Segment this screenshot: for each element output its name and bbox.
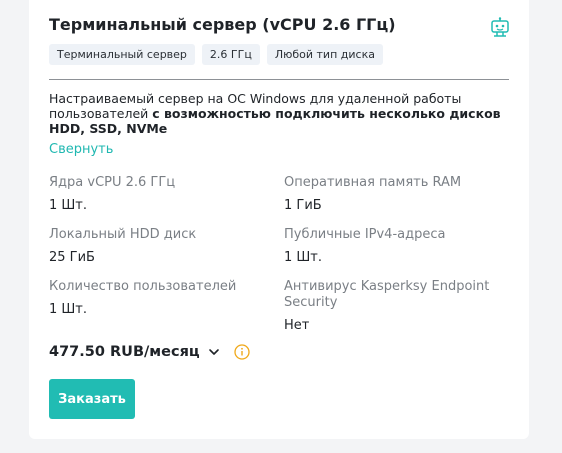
card-title: Терминальный сервер (vCPU 2.6 ГГц): [49, 15, 396, 34]
spec-value: 1 Шт.: [49, 198, 88, 213]
tag-frequency: 2.6 ГГц: [201, 44, 260, 65]
spec-label: Публичные IPv4-адреса: [284, 227, 446, 242]
chevron-down-icon[interactable]: [208, 346, 220, 358]
description: Настраиваемый сервер на ОС Windows для у…: [49, 91, 509, 136]
spec-value: 25 ГиБ: [49, 250, 95, 265]
spec-label: Локальный HDD диск: [49, 227, 197, 242]
spec-antivirus: Антивирус Kasperksy Endpoint Security Не…: [284, 279, 514, 334]
price-row: 477.50 RUB/месяц: [49, 344, 250, 360]
tag-disk-type: Любой тип диска: [266, 44, 383, 65]
server-support-icon: [491, 17, 509, 37]
spec-value: 1 Шт.: [284, 250, 323, 265]
spec-ipv4: Публичные IPv4-адреса 1 Шт.: [284, 227, 504, 266]
tag-terminal-server: Терминальный сервер: [49, 44, 195, 65]
tag-list: Терминальный сервер 2.6 ГГц Любой тип ди…: [49, 44, 383, 65]
spec-label: Количество пользователей: [49, 279, 237, 294]
divider: [49, 79, 509, 80]
server-offer-card: Терминальный сервер (vCPU 2.6 ГГц) Терми…: [29, 0, 529, 439]
spec-vcpu: Ядра vCPU 2.6 ГГц 1 Шт.: [49, 175, 269, 214]
spec-label: Антивирус Kasperksy Endpoint Security: [284, 279, 490, 310]
spec-label: Оперативная память RAM: [284, 175, 462, 190]
collapse-link[interactable]: Свернуть: [49, 142, 113, 157]
price-text: 477.50 RUB/месяц: [49, 344, 200, 360]
spec-hdd: Локальный HDD диск 25 ГиБ: [49, 227, 269, 266]
spec-value: 1 ГиБ: [284, 198, 322, 213]
spec-label: Ядра vCPU 2.6 ГГц: [49, 175, 176, 190]
spec-value: 1 Шт.: [49, 302, 88, 317]
spec-value: Нет: [284, 318, 310, 333]
info-icon[interactable]: [233, 344, 250, 360]
spec-users: Количество пользователей 1 Шт.: [49, 279, 269, 318]
spec-ram: Оперативная память RAM 1 ГиБ: [284, 175, 504, 214]
order-button[interactable]: Заказать: [49, 379, 135, 419]
